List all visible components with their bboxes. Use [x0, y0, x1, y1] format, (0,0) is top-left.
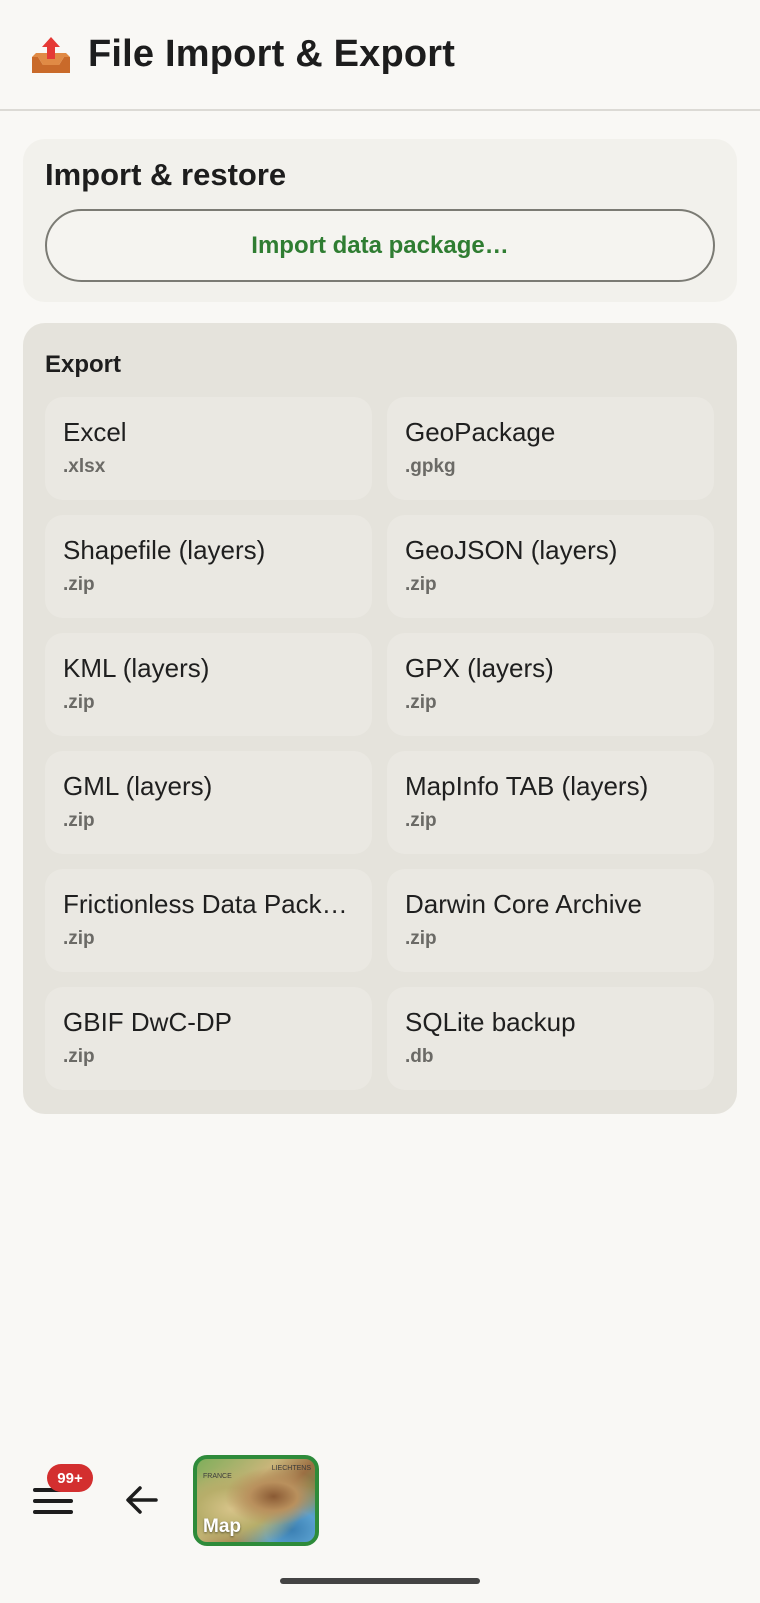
format-extension: .zip [63, 574, 95, 595]
export-format-tile[interactable]: GeoPackage .gpkg [387, 397, 714, 500]
export-format-tile[interactable]: Excel .xlsx [45, 397, 372, 500]
format-extension: .zip [405, 810, 437, 831]
format-name: GeoPackage [405, 417, 556, 447]
format-extension: .gpkg [405, 456, 456, 477]
map-label: Map [203, 1516, 241, 1537]
export-format-tile[interactable]: GML (layers) .zip [45, 751, 372, 854]
map-place-label: LIECHTENS [271, 1465, 311, 1472]
export-format-tile[interactable]: GeoJSON (layers) .zip [387, 515, 714, 618]
export-format-grid: Excel .xlsx GeoPackage .gpkg Shapefile (… [45, 397, 714, 1090]
format-extension: .zip [405, 928, 437, 949]
app-header: File Import & Export [0, 0, 760, 111]
back-arrow-icon[interactable] [122, 1480, 162, 1520]
export-format-tile[interactable]: SQLite backup .db [387, 987, 714, 1090]
import-data-package-button[interactable]: Import data package… [45, 209, 715, 282]
format-extension: .zip [63, 928, 95, 949]
format-extension: .zip [405, 574, 437, 595]
format-extension: .zip [63, 810, 95, 831]
page-title: File Import & Export [88, 33, 456, 75]
export-format-tile[interactable]: Darwin Core Archive .zip [387, 869, 714, 972]
outbox-tray-icon [30, 35, 72, 75]
import-section-title: Import & restore [45, 157, 287, 192]
format-extension: .zip [405, 692, 437, 713]
format-name: Darwin Core Archive [405, 889, 642, 919]
export-format-tile[interactable]: Frictionless Data Pack… .zip [45, 869, 372, 972]
notification-badge: 99+ [47, 1464, 93, 1492]
format-name: GPX (layers) [405, 653, 554, 683]
export-card: Export Excel .xlsx GeoPackage .gpkg Shap… [23, 323, 737, 1114]
map-place-label: FRANCE [203, 1473, 232, 1480]
export-format-tile[interactable]: KML (layers) .zip [45, 633, 372, 736]
format-name: GeoJSON (layers) [405, 535, 618, 565]
format-name: GML (layers) [63, 771, 213, 801]
format-name: Excel [63, 417, 127, 447]
export-format-tile[interactable]: Shapefile (layers) .zip [45, 515, 372, 618]
export-format-tile[interactable]: GPX (layers) .zip [387, 633, 714, 736]
import-restore-card: Import & restore Import data package… [23, 139, 737, 302]
home-indicator[interactable] [280, 1578, 480, 1584]
format-name: Frictionless Data Pack… [63, 889, 348, 919]
map-thumbnail-button[interactable]: FRANCE LIECHTENS Map [193, 1455, 319, 1546]
format-extension: .zip [63, 692, 95, 713]
export-format-tile[interactable]: GBIF DwC-DP .zip [45, 987, 372, 1090]
screen: File Import & Export Import & restore Im… [0, 0, 760, 1603]
format-extension: .db [405, 1046, 434, 1067]
export-format-tile[interactable]: MapInfo TAB (layers) .zip [387, 751, 714, 854]
format-extension: .zip [63, 1046, 95, 1067]
format-name: SQLite backup [405, 1007, 576, 1037]
format-name: KML (layers) [63, 653, 210, 683]
export-section-title: Export [45, 351, 122, 378]
format-name: MapInfo TAB (layers) [405, 771, 649, 801]
format-name: GBIF DwC-DP [63, 1007, 232, 1037]
format-extension: .xlsx [63, 456, 106, 477]
format-name: Shapefile (layers) [63, 535, 266, 565]
